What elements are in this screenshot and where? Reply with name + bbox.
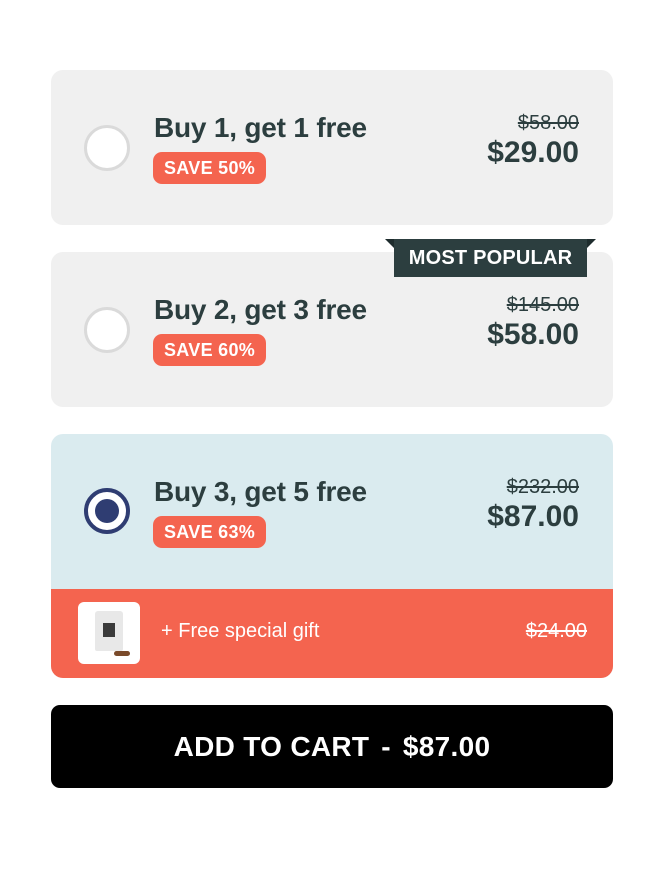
button-separator: - xyxy=(381,731,391,762)
original-price: $232.00 xyxy=(506,476,579,498)
save-badge: SAVE 63% xyxy=(153,516,267,548)
bundle-option-1[interactable]: Buy 1, get 1 free SAVE 50% $58.00 $29.00 xyxy=(51,70,613,225)
discounted-price: $87.00 xyxy=(487,500,579,533)
radio-selected-dot xyxy=(95,499,119,523)
add-to-cart-price: $87.00 xyxy=(402,731,491,762)
radio-button-option-1[interactable] xyxy=(84,125,130,171)
bundle-selector: Buy 1, get 1 free SAVE 50% $58.00 $29.00… xyxy=(0,0,660,879)
option-title: Buy 1, get 1 free xyxy=(154,112,367,143)
add-to-cart-button[interactable]: ADD TO CART - $87.00 xyxy=(51,705,613,788)
bag-shape xyxy=(95,611,123,651)
add-to-cart-label: ADD TO CART xyxy=(173,731,370,762)
original-price: $145.00 xyxy=(506,294,579,316)
coffee-bag-icon xyxy=(78,602,140,664)
bag-label xyxy=(103,623,115,637)
original-price: $58.00 xyxy=(517,112,579,134)
most-popular-ribbon: MOST POPULAR xyxy=(385,239,596,277)
bundle-option-3[interactable]: Buy 3, get 5 free SAVE 63% $232.00 $87.0… xyxy=(51,434,613,678)
free-gift-row: + Free special gift $24.00 xyxy=(51,589,613,678)
radio-button-option-2[interactable] xyxy=(84,307,130,353)
coffee-beans xyxy=(114,651,130,656)
gift-text: + Free special gift xyxy=(161,620,320,642)
radio-button-option-3[interactable] xyxy=(84,488,130,534)
save-badge: SAVE 60% xyxy=(153,334,267,366)
gift-original-price: $24.00 xyxy=(525,620,587,642)
option-title: Buy 2, get 3 free xyxy=(154,294,367,325)
option-title: Buy 3, get 5 free xyxy=(154,476,367,507)
discounted-price: $58.00 xyxy=(487,318,579,351)
discounted-price: $29.00 xyxy=(487,136,579,169)
save-badge: SAVE 50% xyxy=(153,152,267,184)
